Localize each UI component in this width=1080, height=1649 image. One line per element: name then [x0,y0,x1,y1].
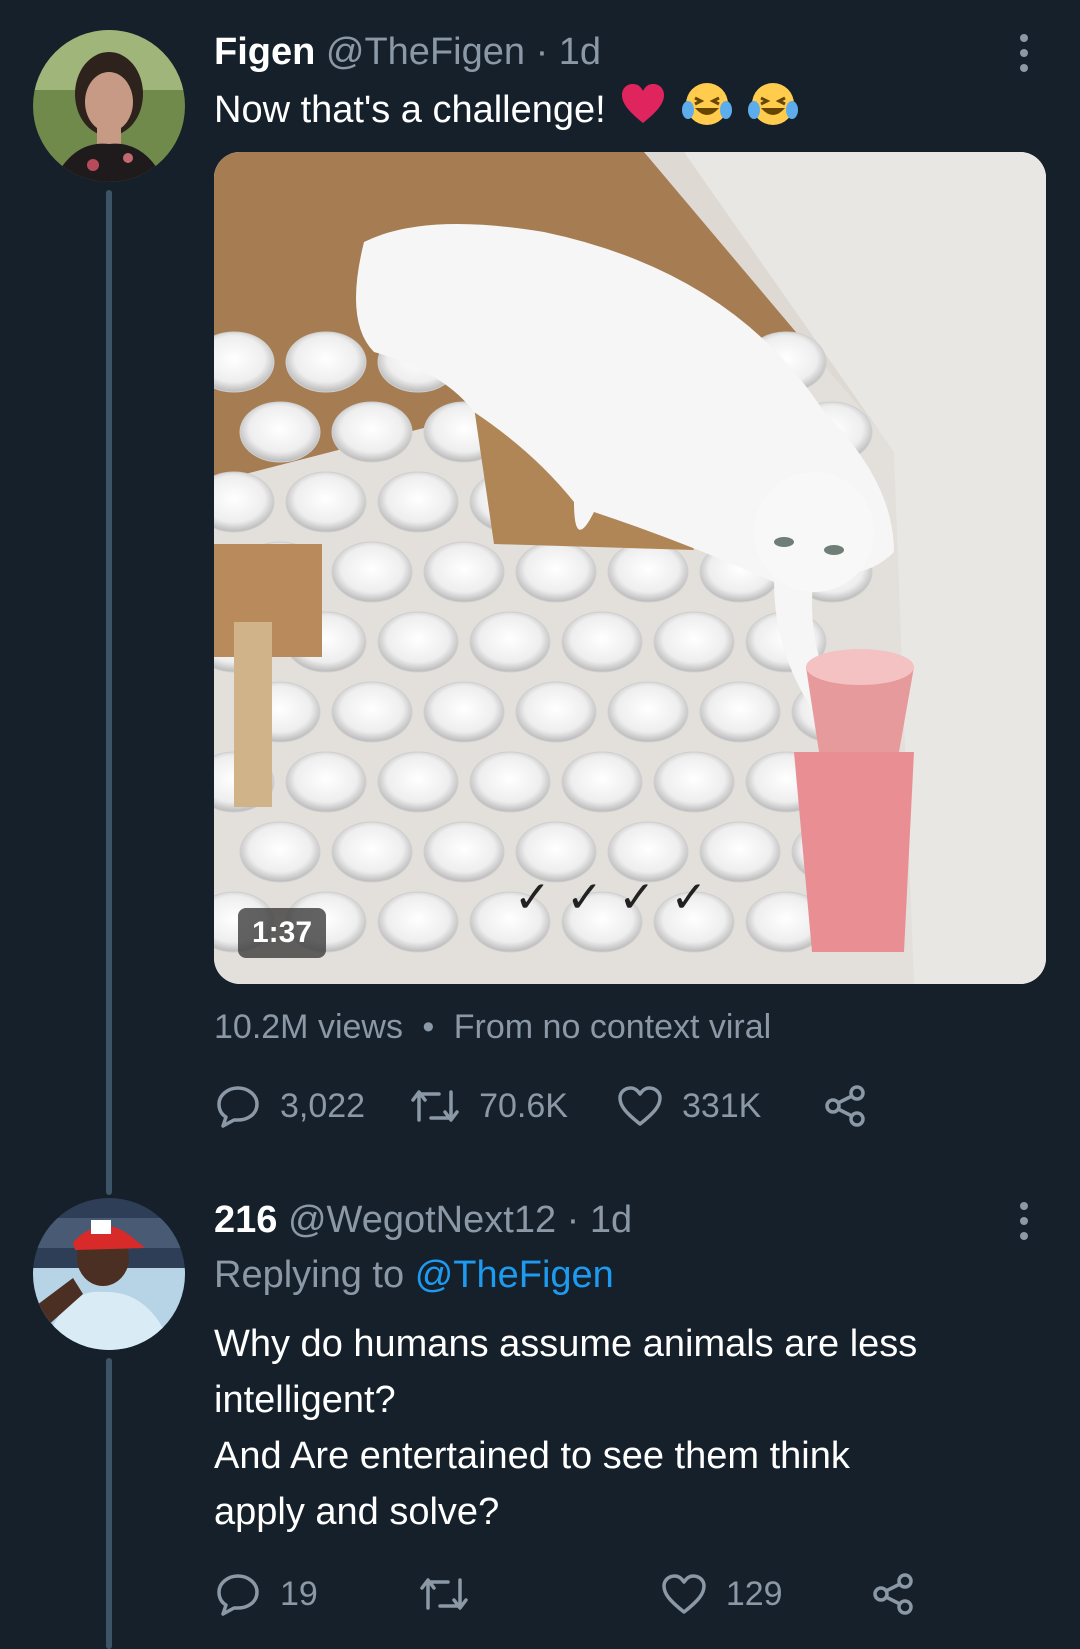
view-count: 10.2M views [214,1008,403,1046]
cup-shape [377,471,459,533]
author-name[interactable]: 216 [214,1199,277,1241]
tweet-meta: 10.2M views • From no context viral [214,1008,771,1047]
reply-actions: 19 129 [214,1564,917,1624]
cup-shape [653,611,735,673]
avatar[interactable] [33,1198,185,1350]
video-overlay-text: ✓ ✓ ✓ ✓ [514,872,707,923]
cup-shape [285,331,367,393]
cup-shape [377,611,459,673]
cup-shape [331,681,413,743]
cup-shape [561,751,643,813]
like-count: 129 [725,1574,783,1613]
tweet-header: Figen @TheFigen · 1d [214,30,601,74]
more-icon[interactable] [1018,1202,1030,1247]
tweet-text-content: Now that's a challenge! [214,89,606,132]
reply-button[interactable]: 3,022 [214,1084,365,1128]
cup-shape [699,821,781,883]
video-player[interactable]: ✓ ✓ ✓ ✓ 1:37 [214,152,1046,984]
cup-shape [331,541,413,603]
author-handle[interactable]: @TheFigen [326,31,525,73]
cup-shape [515,681,597,743]
cup-shape [469,751,551,813]
thread-line [106,190,112,1195]
cup-shape [515,541,597,603]
cup-shape [239,821,321,883]
share-button[interactable] [821,1084,869,1128]
cup-shape [469,611,551,673]
replying-prefix: Replying to [214,1254,405,1296]
like-button[interactable]: 129 [660,1572,783,1616]
reply-text-line: apply and solve? [214,1491,500,1533]
heart-emoji-icon [620,82,666,142]
reply-text-line: And Are entertained to see them think [214,1435,850,1477]
cup-shape [607,541,689,603]
cup-shape [285,471,367,533]
reply-text-line: intelligent? [214,1379,396,1421]
reply-text: Why do humans assume animals are less in… [214,1316,917,1540]
cup-shape [653,751,735,813]
retweet-icon [418,1572,470,1616]
cup-shape [423,681,505,743]
reply-icon [214,1084,262,1128]
laughing-emoji-icon [747,80,799,144]
tweet-time[interactable]: · 1d [536,31,601,73]
cup-shape [607,681,689,743]
more-icon[interactable] [1018,34,1030,79]
reply-header: 216 @WegotNext12 · 1d [214,1198,632,1242]
retweet-count: 70.6K [479,1086,568,1125]
like-icon [660,1572,708,1616]
cup-shape [239,401,321,463]
author-name[interactable]: Figen [214,31,315,73]
reply-button[interactable]: 19 [214,1572,318,1616]
tweet-time[interactable]: · 1d [567,1199,632,1241]
retweet-icon [409,1084,461,1128]
reply-count: 19 [280,1574,318,1613]
replying-to-link[interactable]: @TheFigen [415,1254,614,1296]
cup-shape [331,821,413,883]
tweet-text: Now that's a challenge! [214,80,799,144]
avatar[interactable] [33,30,185,182]
thread-line [106,1358,112,1649]
replying-to: Replying to @TheFigen [214,1254,614,1297]
cup-shape [331,401,413,463]
like-count: 331K [681,1086,762,1125]
cup-shape [377,751,459,813]
video-duration: 1:37 [238,908,327,958]
cup-shape [423,821,505,883]
cup-shape [423,541,505,603]
cup-shape [561,611,643,673]
author-handle[interactable]: @WegotNext12 [288,1199,556,1241]
share-icon [869,1572,917,1616]
cup-shape [699,681,781,743]
video-source[interactable]: From no context viral [454,1008,771,1046]
retweet-button[interactable]: 70.6K [409,1084,568,1128]
reply-text-line: Why do humans assume animals are less [214,1323,918,1365]
video-thumbnail: ✓ ✓ ✓ ✓ [214,152,1046,984]
retweet-button[interactable] [418,1572,488,1616]
laughing-emoji-icon [681,80,733,144]
tweet-actions: 3,022 70.6K 331K [214,1076,869,1136]
share-icon [821,1084,869,1128]
meta-separator: • [422,1008,435,1046]
cup-shape [377,891,459,953]
cup-shape [285,751,367,813]
like-icon [616,1084,664,1128]
like-button[interactable]: 331K [616,1084,761,1128]
reply-count: 3,022 [280,1086,366,1125]
reply-icon [214,1572,262,1616]
share-button[interactable] [869,1572,917,1616]
